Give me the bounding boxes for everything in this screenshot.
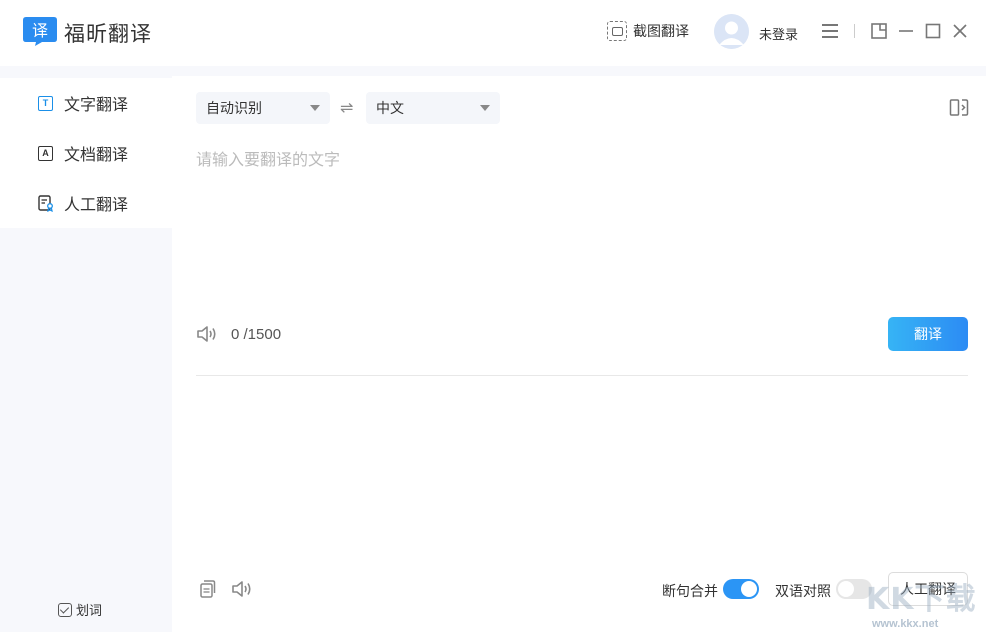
char-count: 0 /1500 <box>231 326 282 343</box>
divider <box>196 375 968 376</box>
toggle-knob <box>838 581 854 597</box>
maximize-icon[interactable] <box>924 22 942 40</box>
target-language-select[interactable]: 中文 <box>366 92 500 124</box>
caret-down-icon <box>310 105 320 111</box>
swap-languages-icon[interactable]: ⇌ <box>340 98 353 118</box>
toggle-knob <box>741 581 757 597</box>
document-translate-icon: A <box>38 145 53 161</box>
watermark: KK下载 www.kkx.net <box>866 574 984 630</box>
login-status[interactable]: 未登录 <box>759 24 798 43</box>
menu-icon[interactable] <box>822 24 838 38</box>
layout-toggle-icon[interactable] <box>949 98 969 118</box>
watermark-url: www.kkx.net <box>872 618 939 630</box>
sentence-merge-toggle[interactable] <box>723 579 759 599</box>
bilingual-label: 双语对照 <box>775 583 831 599</box>
avatar[interactable] <box>714 14 749 49</box>
app-logo-char: 译 <box>32 21 48 40</box>
human-translate-icon <box>38 194 53 212</box>
translate-button[interactable]: 翻译 <box>888 317 968 351</box>
close-icon[interactable] <box>951 22 969 40</box>
screenshot-translate-button[interactable]: 截图翻译 <box>607 20 689 42</box>
checkbox-icon <box>58 602 72 617</box>
output-speaker-icon[interactable] <box>231 579 253 599</box>
pin-window-icon[interactable] <box>870 22 888 40</box>
app-logo-icon: 译 <box>23 17 57 46</box>
speaker-icon[interactable] <box>196 324 218 344</box>
user-icon <box>714 14 749 49</box>
text-translate-icon: T <box>38 95 53 111</box>
sidebar-item-label: 文档翻译 <box>64 147 129 164</box>
sidebar-item-text-translate[interactable]: T 文字翻译 <box>0 78 172 128</box>
header-divider <box>854 24 855 38</box>
source-text-input[interactable] <box>196 140 968 300</box>
word-pick-checkbox[interactable]: 划词 <box>58 600 102 619</box>
sentence-merge-label: 断句合并 <box>662 583 718 599</box>
header-band <box>0 66 986 76</box>
source-language-value: 自动识别 <box>206 100 262 116</box>
copy-icon[interactable] <box>198 580 216 598</box>
target-language-value: 中文 <box>376 100 404 116</box>
sidebar-item-document-translate[interactable]: A 文档翻译 <box>0 128 172 178</box>
sidebar-item-label: 人工翻译 <box>64 197 129 214</box>
sidebar-item-label: 文字翻译 <box>64 97 129 114</box>
sidebar-item-human-translate[interactable]: 人工翻译 <box>0 178 172 228</box>
sidebar: T 文字翻译 A 文档翻译 人工翻译 <box>0 76 172 632</box>
source-language-select[interactable]: 自动识别 <box>196 92 330 124</box>
caret-down-icon <box>480 105 490 111</box>
word-pick-label: 划词 <box>76 603 103 618</box>
screenshot-translate-label: 截图翻译 <box>633 23 689 39</box>
title-bar: 译 福昕翻译 截图翻译 未登录 <box>0 0 986 66</box>
watermark-logo: KK下载 <box>866 582 977 617</box>
camera-icon <box>607 21 627 41</box>
app-name: 福昕翻译 <box>64 23 152 46</box>
minimize-icon[interactable] <box>897 22 915 40</box>
